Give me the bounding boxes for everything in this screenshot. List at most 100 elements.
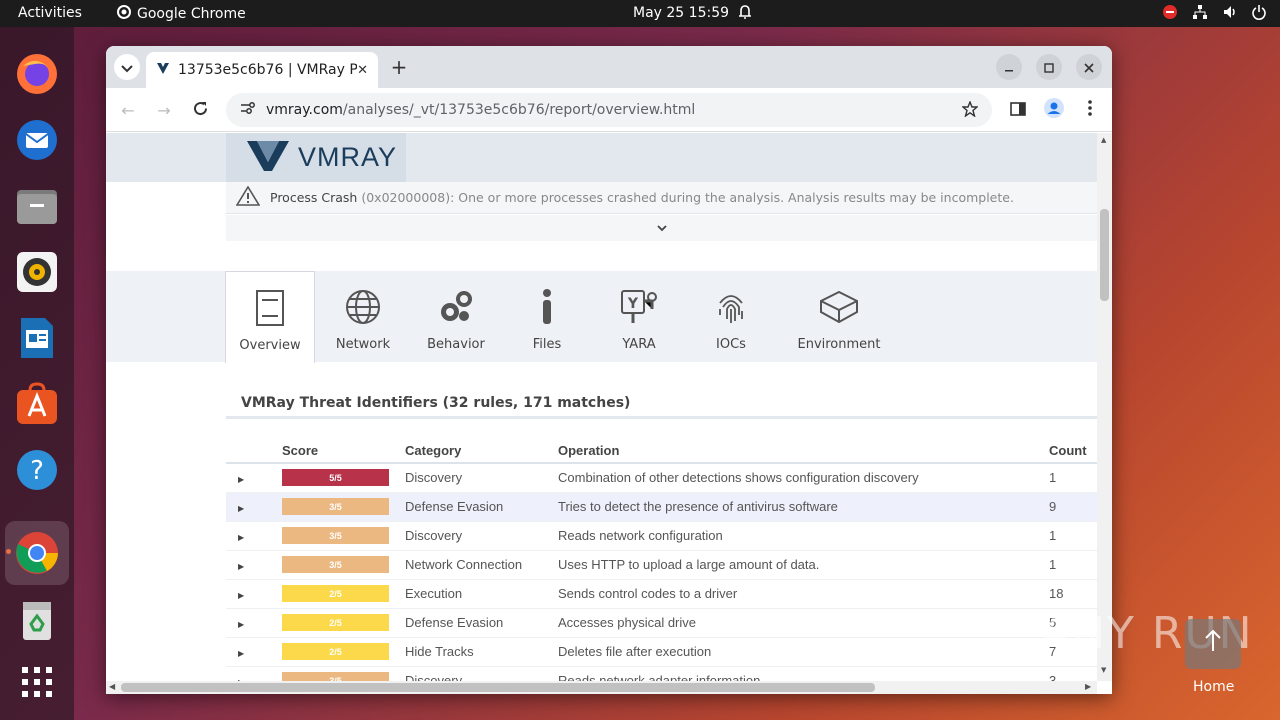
forward-button[interactable]: → — [152, 98, 176, 122]
score-value: 3/5 — [329, 530, 342, 541]
home-button[interactable] — [1185, 619, 1241, 669]
active-app-menu[interactable]: Google Chrome — [117, 5, 246, 23]
expand-row-icon[interactable]: ▶ — [238, 649, 244, 658]
expand-warnings-button[interactable] — [226, 215, 1097, 241]
gears-icon — [437, 287, 475, 327]
app-center-icon[interactable] — [14, 381, 60, 427]
table-row[interactable]: ▶ 2/5 Defense Evasion Accesses physical dri… — [226, 608, 1097, 638]
scroll-down-arrow-icon[interactable]: ▼ — [1101, 666, 1106, 674]
score-value: 2/5 — [329, 617, 342, 628]
horizontal-scrollbar[interactable]: ◀ ▶ — [106, 681, 1097, 694]
firefox-icon[interactable] — [14, 51, 60, 97]
expand-row-icon[interactable]: ▶ — [238, 620, 244, 629]
tab-network-label: Network — [335, 337, 391, 352]
libreoffice-writer-icon[interactable] — [14, 315, 60, 361]
column-header-count[interactable]: Count — [1049, 439, 1097, 464]
site-settings-icon[interactable] — [240, 101, 256, 119]
arrow-left-icon: ← — [121, 100, 135, 120]
active-app-name: Google Chrome — [137, 6, 246, 22]
close-window-button[interactable] — [1076, 54, 1102, 80]
svg-text:Y: Y — [627, 296, 639, 312]
score-badge: 3/5 — [282, 556, 389, 573]
tab-yara[interactable]: Y YARA — [594, 271, 684, 362]
table-row[interactable]: ▶ 2/5 Hide Tracks Deletes file after execut… — [226, 637, 1097, 667]
home-label: Home — [1193, 679, 1235, 695]
svg-text:?: ? — [30, 456, 44, 486]
operation-cell: Reads network configuration — [558, 521, 1049, 551]
tab-environment[interactable]: Environment — [794, 271, 884, 362]
expand-row-icon[interactable]: ▶ — [238, 591, 244, 600]
scroll-right-arrow-icon[interactable]: ▶ — [1085, 682, 1091, 691]
operation-cell: Deletes file after execution — [558, 637, 1049, 667]
vertical-scrollbar[interactable]: ▲ ▼ — [1097, 133, 1112, 681]
clock[interactable]: May 25 15:59 — [633, 5, 729, 21]
category-cell: Network Connection — [405, 550, 558, 580]
tab-iocs[interactable]: IOCs — [686, 271, 776, 362]
scroll-up-arrow-icon[interactable]: ▲ — [1101, 136, 1106, 144]
table-row[interactable]: ▶ 2/5 Execution Sends control codes to a dr… — [226, 579, 1097, 609]
close-tab-icon[interactable]: ✕ — [357, 63, 368, 78]
category-cell: Hide Tracks — [405, 637, 558, 667]
trash-icon[interactable] — [14, 597, 60, 643]
score-badge: 5/5 — [282, 469, 389, 487]
chrome-menu-button[interactable] — [1078, 98, 1102, 122]
horizontal-scroll-thumb[interactable] — [121, 683, 875, 692]
vmray-logo[interactable]: VMRAY — [226, 133, 406, 182]
files-icon[interactable] — [14, 183, 60, 229]
bookmark-star-icon[interactable] — [961, 100, 979, 121]
tab-behavior[interactable]: Behavior — [411, 271, 501, 362]
side-panel-button[interactable] — [1006, 98, 1030, 122]
profile-button[interactable] — [1042, 98, 1066, 122]
tab-overview[interactable]: Overview — [225, 271, 315, 363]
reload-button[interactable] — [188, 98, 212, 122]
expand-row-icon[interactable]: ▶ — [238, 504, 244, 513]
tab-environment-label: Environment — [797, 337, 881, 352]
table-row[interactable]: ▶ 5/5 Discovery Combination of other detect… — [226, 463, 1097, 493]
column-header-operation[interactable]: Operation — [558, 439, 1049, 464]
tab-overview-label: Overview — [239, 338, 301, 353]
home-arrow-icon — [1198, 627, 1228, 661]
count-cell: 1 — [1049, 550, 1097, 580]
chrome-icon — [117, 5, 131, 23]
table-header-row: Score Category Operation Count — [226, 439, 1097, 464]
tab-title: 13753e5c6b76 | VMRay P — [178, 62, 358, 78]
app-grid-icon[interactable] — [14, 659, 60, 705]
system-tray[interactable] — [1162, 4, 1266, 24]
table-row[interactable]: ▶ 3/5 Defense Evasion Tries to detect the p… — [226, 492, 1097, 522]
score-value: 2/5 — [329, 646, 342, 657]
category-cell: Discovery — [405, 521, 558, 551]
fingerprint-icon — [716, 287, 746, 327]
address-bar[interactable]: vmray.com/analyses/_vt/13753e5c6b76/repo… — [226, 93, 992, 127]
scroll-left-arrow-icon[interactable]: ◀ — [109, 682, 115, 691]
new-tab-button[interactable]: + — [386, 54, 412, 80]
tab-files[interactable]: Files — [502, 271, 592, 362]
rhythmbox-icon[interactable] — [14, 249, 60, 295]
table-row[interactable]: ▶ 3/5 Discovery Reads network configuration… — [226, 521, 1097, 551]
dock: ? — [0, 27, 74, 720]
tab-network[interactable]: Network — [318, 271, 408, 362]
tab-search-button[interactable] — [114, 54, 140, 80]
category-cell: Defense Evasion — [405, 492, 558, 522]
expand-row-icon[interactable]: ▶ — [238, 562, 244, 571]
minimize-button[interactable] — [996, 54, 1022, 80]
help-icon[interactable]: ? — [14, 447, 60, 493]
arrow-right-icon: → — [157, 100, 171, 120]
activities-button[interactable]: Activities — [18, 5, 82, 21]
system-top-bar: Activities Google Chrome May 25 15:59 — [0, 0, 1280, 27]
chrome-icon[interactable] — [5, 521, 69, 585]
avatar-icon — [1044, 98, 1064, 122]
column-header-category[interactable]: Category — [405, 439, 558, 464]
vertical-scroll-thumb[interactable] — [1100, 209, 1109, 301]
thunderbird-icon[interactable] — [14, 117, 60, 163]
expand-row-icon[interactable]: ▶ — [238, 533, 244, 542]
table-row[interactable]: ▶ 3/5 Network Connection Uses HTTP to uploa… — [226, 550, 1097, 580]
maximize-button[interactable] — [1036, 54, 1062, 80]
column-header-score[interactable]: Score — [282, 439, 405, 464]
table-row[interactable]: ▶3/5DiscoveryReads network adapter infor… — [226, 666, 1097, 681]
maximize-icon — [1044, 58, 1054, 77]
back-button[interactable]: ← — [116, 98, 140, 122]
volume-icon — [1222, 4, 1238, 24]
browser-tab[interactable]: 13753e5c6b76 | VMRay P ✕ — [146, 52, 378, 88]
yara-icon: Y — [620, 287, 658, 327]
expand-row-icon[interactable]: ▶ — [238, 475, 244, 484]
